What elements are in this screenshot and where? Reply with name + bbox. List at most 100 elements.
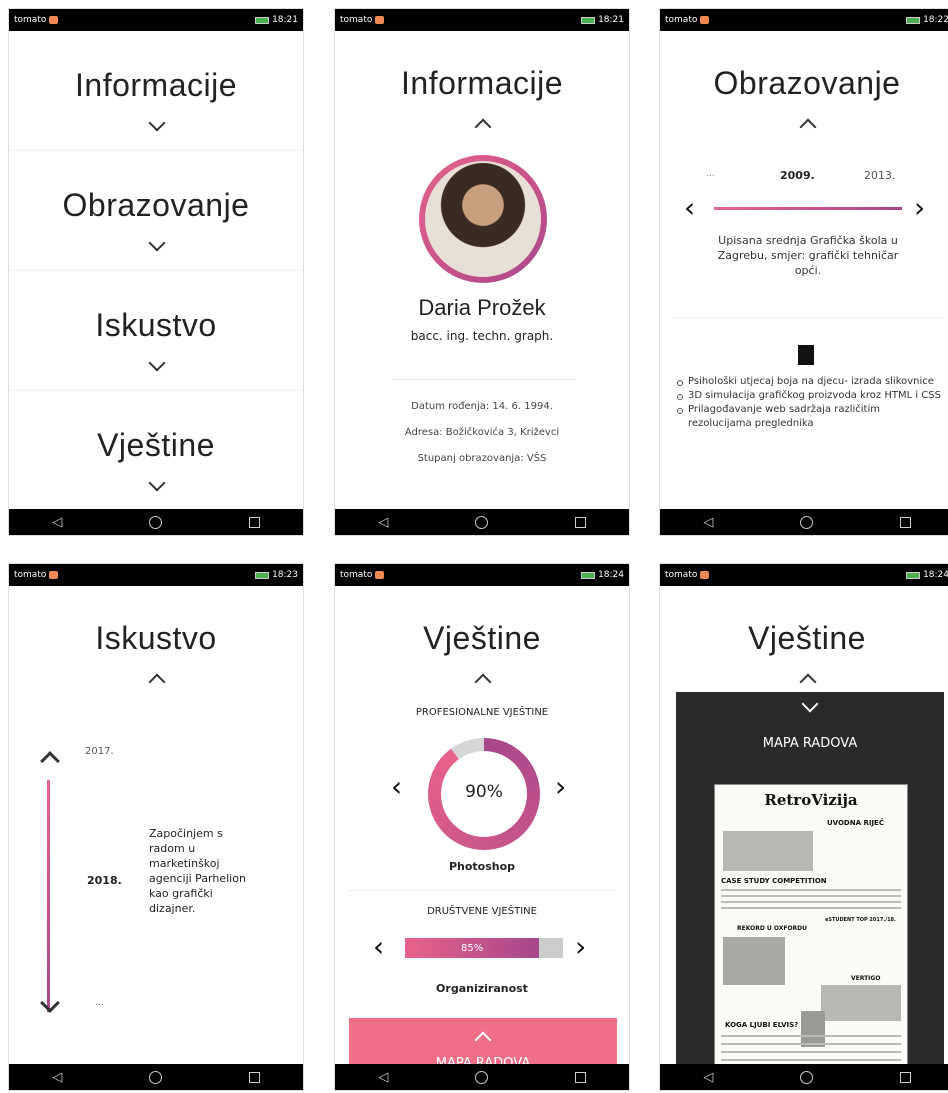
chevron-right-icon[interactable]: › xyxy=(575,930,586,963)
section-obrazovanje[interactable]: Obrazovanje xyxy=(9,151,303,271)
section-informacije[interactable]: Informacije xyxy=(9,31,303,151)
battery-icon xyxy=(581,571,596,579)
back-icon[interactable]: ◁ xyxy=(52,1070,62,1085)
timeline-year-top[interactable]: 2017. xyxy=(85,746,114,757)
address: Adresa: Božičkovića 3, Križevci xyxy=(404,427,560,438)
chevron-left-icon[interactable]: ‹ xyxy=(684,191,695,224)
newspaper-heading: KOGA LJUBI ELVIS? xyxy=(725,1021,799,1029)
professional-skill-value: 90% xyxy=(465,782,503,802)
divider xyxy=(674,317,942,318)
screen-informacije: tomato 18:21 Informacije Daria Prožek ba… xyxy=(334,8,630,536)
newspaper-photo xyxy=(723,831,813,871)
clock: 18:24 xyxy=(923,570,948,580)
list-item: 3D simulacija grafičkog proizvoda kroz H… xyxy=(674,389,944,403)
timeline-year-prev[interactable]: ... xyxy=(706,169,715,179)
recents-icon[interactable] xyxy=(899,1071,911,1083)
carrier-label: tomato xyxy=(340,15,373,25)
carrier-label: tomato xyxy=(665,15,698,25)
home-icon[interactable] xyxy=(148,515,162,529)
portfolio-label: MAPA RADOVA xyxy=(762,736,858,751)
back-icon[interactable]: ◁ xyxy=(378,515,388,530)
list-item: Prilagođavanje web sadržaja različitim r… xyxy=(674,403,944,431)
home-icon[interactable] xyxy=(474,515,488,529)
newspaper-heading: VERTIGO xyxy=(851,975,881,982)
chevron-up-icon[interactable] xyxy=(799,118,817,136)
social-skills-label: DRUŠTVENE VJEŠTINE xyxy=(427,906,537,917)
chevron-up-icon[interactable] xyxy=(474,118,492,136)
social-skill-value: 85% xyxy=(461,942,484,954)
home-icon[interactable] xyxy=(799,515,813,529)
battery-icon xyxy=(255,571,270,579)
android-nav-bar: ◁ xyxy=(335,1064,629,1090)
chevron-left-icon[interactable]: ‹ xyxy=(391,770,402,803)
portfolio-newspaper-image[interactable]: RetroVizija UVODNA RIJEČ CASE STUDY COMP… xyxy=(714,784,908,1084)
section-vjestine[interactable]: Vještine xyxy=(9,391,303,511)
android-nav-bar: ◁ xyxy=(660,509,948,535)
battery-icon xyxy=(906,16,921,24)
newspaper-masthead: RetroVizija xyxy=(764,791,858,809)
chevron-up-icon[interactable] xyxy=(799,673,817,691)
android-nav-bar: ◁ xyxy=(9,1064,303,1090)
social-skill-name: Organiziranost xyxy=(436,982,528,995)
recents-icon[interactable] xyxy=(248,1071,260,1083)
chevron-up-icon[interactable] xyxy=(474,673,492,691)
status-bar: tomato 18:23 xyxy=(9,564,303,586)
chevron-down-icon[interactable] xyxy=(148,234,166,252)
newspaper-photo xyxy=(801,1011,825,1047)
back-icon[interactable]: ◁ xyxy=(703,515,713,530)
divider xyxy=(391,379,575,380)
status-bar: tomato 18:21 xyxy=(9,9,303,31)
chevron-up-icon[interactable] xyxy=(148,673,166,691)
chevron-right-icon[interactable]: › xyxy=(555,770,566,803)
newspaper-photo xyxy=(723,937,785,985)
timeline-year-next[interactable]: 2013. xyxy=(864,169,896,182)
home-icon[interactable] xyxy=(148,1070,162,1084)
status-bar: tomato 18:24 xyxy=(660,564,948,586)
back-icon[interactable]: ◁ xyxy=(703,1070,713,1085)
recents-icon[interactable] xyxy=(248,516,260,528)
project-list: Psihološki utjecaj boja na djecu- izrada… xyxy=(674,375,944,431)
portfolio-panel: MAPA RADOVA RetroVizija UVODNA RIJEČ CAS… xyxy=(676,692,944,1090)
chevron-right-icon[interactable]: › xyxy=(914,191,925,224)
divider xyxy=(349,890,617,891)
education-description: Upisana srednja Grafička škola u Zagrebu… xyxy=(717,234,899,277)
chevron-down-icon[interactable] xyxy=(148,354,166,372)
carrier-label: tomato xyxy=(14,15,47,25)
chevron-down-icon[interactable] xyxy=(148,114,166,132)
newspaper-photo xyxy=(821,985,901,1021)
recents-icon[interactable] xyxy=(899,516,911,528)
timeline-year-current[interactable]: 2018. xyxy=(87,874,122,887)
home-icon[interactable] xyxy=(474,1070,488,1084)
social-skill-fill: 85% xyxy=(405,938,540,958)
timeline-year-bottom[interactable]: ... xyxy=(95,998,104,1008)
chevron-up-icon[interactable] xyxy=(474,1031,492,1049)
list-item: Psihološki utjecaj boja na djecu- izrada… xyxy=(674,375,944,389)
timeline-bar xyxy=(47,780,50,1012)
back-icon[interactable]: ◁ xyxy=(52,515,62,530)
experience-description: Započinjem s radom u marketinškoj agenci… xyxy=(149,827,246,915)
chevron-down-icon[interactable] xyxy=(801,695,819,713)
status-bar: tomato 18:22 xyxy=(660,9,948,31)
newspaper-heading: UVODNA RIJEČ xyxy=(827,819,884,827)
recents-icon[interactable] xyxy=(574,516,586,528)
education-level: Stupanj obrazovanja: VŠS xyxy=(417,453,547,464)
home-icon[interactable] xyxy=(799,1070,813,1084)
recents-icon[interactable] xyxy=(574,1071,586,1083)
section-title: Obrazovanje xyxy=(62,187,250,223)
timeline-up-icon[interactable] xyxy=(40,751,60,771)
screen-vjestine: tomato 18:24 Vještine PROFESIONALNE VJEŠ… xyxy=(334,563,630,1091)
screen-mapa-radova: tomato 18:24 Vještine MAPA RADOVA RetroV… xyxy=(659,563,948,1091)
carrier-label: tomato xyxy=(665,570,698,580)
chevron-down-icon[interactable] xyxy=(148,474,166,492)
social-skill-bar: 85% xyxy=(405,938,563,958)
section-iskustvo[interactable]: Iskustvo xyxy=(9,271,303,391)
chevron-left-icon[interactable]: ‹ xyxy=(373,930,384,963)
timeline-down-icon[interactable] xyxy=(40,993,60,1013)
screen-obrazovanje: tomato 18:22 Obrazovanje ... 2009. 2013.… xyxy=(659,8,948,536)
timeline-year-current[interactable]: 2009. xyxy=(780,169,815,182)
page-title: Vještine xyxy=(748,620,866,656)
battery-icon xyxy=(581,16,596,24)
page-title: Obrazovanje xyxy=(713,65,901,101)
back-icon[interactable]: ◁ xyxy=(378,1070,388,1085)
android-nav-bar: ◁ xyxy=(660,1064,948,1090)
